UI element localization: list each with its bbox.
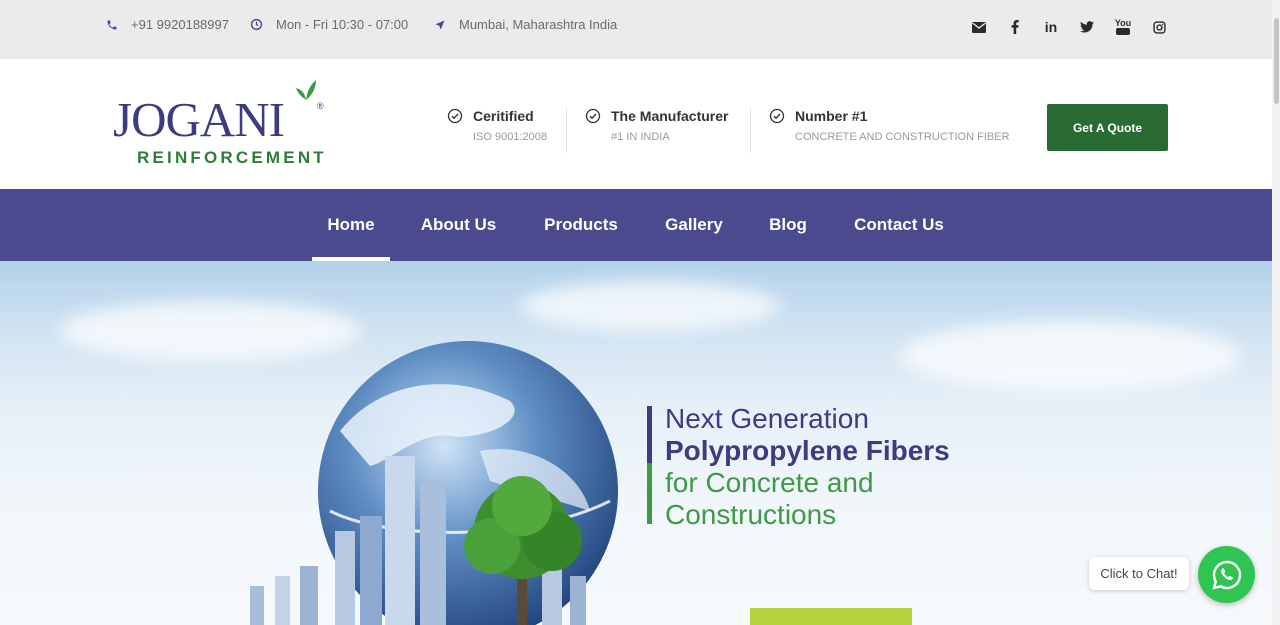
whatsapp-icon (1211, 560, 1241, 590)
clock-icon (250, 18, 263, 31)
feature-subtitle: #1 IN INDIA (611, 131, 670, 143)
check-circle-icon (585, 108, 601, 124)
nav-item-products[interactable]: Products (529, 189, 633, 261)
click-to-chat-label[interactable]: Click to Chat! (1089, 557, 1189, 590)
contact-phone[interactable]: +91 9920188997 (106, 17, 229, 32)
linkedin-icon[interactable]: in (1042, 19, 1060, 35)
company-logo[interactable]: JOGANI ® REINFORCEMENT (113, 79, 328, 171)
email-icon[interactable] (970, 19, 988, 35)
check-circle-icon (769, 108, 785, 124)
main-navigation: Home About Us Products Gallery Blog Cont… (0, 189, 1280, 261)
headline-line-1: Next Generation (665, 403, 869, 434)
scrollbar-thumb[interactable] (1274, 18, 1279, 104)
get-a-quote-button[interactable]: Get A Quote (1047, 104, 1168, 151)
nav-item-blog[interactable]: Blog (756, 189, 820, 261)
instagram-icon[interactable] (1150, 19, 1168, 35)
twitter-icon[interactable] (1078, 19, 1096, 35)
cloud (520, 281, 780, 331)
globe-city-illustration (250, 341, 618, 625)
location-arrow-icon (435, 20, 445, 29)
divider (566, 108, 567, 153)
nav-item-home[interactable]: Home (312, 189, 390, 261)
top-bar: +91 9920188997 Mon - Fri 10:30 - 07:00 M… (0, 0, 1280, 59)
feature-title: Ceritified (473, 108, 534, 124)
hours-text: Mon - Fri 10:30 - 07:00 (276, 17, 409, 32)
check-circle-icon (447, 108, 463, 124)
feature-number-one: Number #1 CONCRETE AND CONSTRUCTION FIBE… (769, 108, 1010, 143)
feature-subtitle: ISO 9001:2008 (473, 131, 548, 143)
feature-certified: Ceritified ISO 9001:2008 (447, 108, 547, 143)
feature-title: Number #1 (795, 108, 868, 124)
facebook-icon[interactable] (1006, 19, 1024, 35)
accent-bar (647, 406, 652, 463)
business-hours: Mon - Fri 10:30 - 07:00 (250, 17, 408, 32)
divider (750, 108, 751, 153)
site-header: JOGANI ® REINFORCEMENT Ceritified ISO 90… (0, 59, 1280, 189)
headline-line-2: Polypropylene Fibers (665, 435, 950, 466)
headline-line-4: Constructions (665, 499, 837, 530)
leaf-icon (296, 80, 316, 100)
headline-line-3: for Concrete and (665, 467, 874, 498)
social-links: in You (952, 19, 1168, 35)
nav-item-contact-us[interactable]: Contact Us (838, 189, 960, 261)
hero-banner: Next Generation Polypropylene Fibers for… (0, 261, 1280, 625)
registered-mark: ® (317, 101, 324, 111)
feature-manufacturer: The Manufacturer #1 IN INDIA (585, 108, 728, 143)
whatsapp-chat-button[interactable] (1198, 546, 1255, 603)
accent-bar (647, 463, 652, 524)
youtube-icon[interactable]: You (1114, 19, 1132, 35)
product-box (750, 608, 912, 625)
nav-item-about-us[interactable]: About Us (406, 189, 511, 261)
location: Mumbai, Maharashtra India (434, 17, 617, 32)
phone-text: +91 9920188997 (131, 17, 229, 32)
nav-item-gallery[interactable]: Gallery (651, 189, 737, 261)
feature-title: The Manufacturer (611, 108, 729, 124)
logo-wordmark: JOGANI (113, 92, 285, 147)
phone-icon (107, 20, 117, 29)
feature-subtitle: CONCRETE AND CONSTRUCTION FIBER (795, 131, 1010, 143)
location-text: Mumbai, Maharashtra India (459, 17, 618, 32)
logo-tagline: REINFORCEMENT (137, 148, 327, 167)
page-scrollbar[interactable] (1272, 0, 1280, 625)
cloud (900, 321, 1240, 391)
